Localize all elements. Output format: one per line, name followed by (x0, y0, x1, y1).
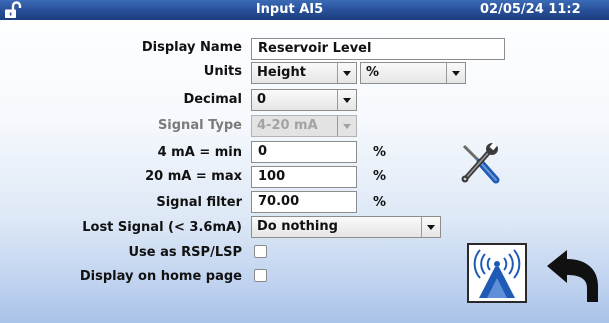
chevron-down-icon (337, 63, 356, 83)
back-arrow-icon[interactable] (545, 248, 601, 304)
signal-filter-field[interactable]: 70.00 (251, 191, 357, 213)
units-type-dropdown[interactable]: Height (251, 62, 357, 84)
units-unit-dropdown[interactable]: % (360, 62, 466, 84)
signal-filter-unit: % (373, 195, 387, 210)
signal-filter-label: Signal filter (156, 195, 242, 210)
lost-signal-label: Lost Signal (< 3.6mA) (82, 220, 242, 235)
lost-signal-dropdown[interactable]: Do nothing (251, 216, 441, 238)
display-home-label: Display on home page (79, 269, 242, 284)
use-as-rsp-label: Use as RSP/LSP (128, 245, 243, 260)
chevron-down-icon (421, 217, 440, 237)
chevron-down-icon (446, 63, 465, 83)
decimal-dropdown[interactable]: 0 (251, 89, 357, 111)
decimal-label: Decimal (183, 92, 242, 107)
chevron-down-icon (337, 90, 356, 110)
date-time: 02/05/24 11:2 (480, 2, 581, 17)
max-field[interactable]: 100 (251, 166, 357, 188)
display-name-field[interactable]: Reservoir Level (251, 38, 505, 60)
page-title: Input AI5 (255, 2, 324, 17)
signal-type-value: 4-20 mA (257, 118, 318, 133)
lost-signal-value: Do nothing (257, 219, 338, 234)
signal-type-dropdown: 4-20 mA (251, 115, 357, 137)
min-unit: % (373, 145, 387, 160)
display-name-label: Display Name (141, 40, 242, 55)
decimal-value: 0 (257, 92, 267, 107)
max-unit: % (373, 169, 387, 184)
title-bar: Input AI5 02/05/24 11:2 (0, 0, 609, 20)
wireless-tower-icon (473, 249, 521, 298)
use-as-rsp-checkbox[interactable] (254, 245, 267, 258)
display-home-checkbox[interactable] (254, 269, 267, 282)
min-label: 4 mA = min (157, 145, 242, 160)
input-config-screen: Input AI5 02/05/24 11:2 Display Name Res… (0, 0, 609, 323)
chevron-down-icon (337, 116, 356, 136)
units-label: Units (203, 64, 242, 79)
min-field[interactable]: 0 (251, 141, 357, 163)
units-type-value: Height (257, 65, 306, 80)
max-label: 20 mA = max (145, 169, 242, 184)
wireless-button[interactable] (467, 243, 527, 303)
tools-wrench-screwdriver-icon[interactable] (456, 140, 506, 186)
units-unit-value: % (366, 65, 380, 80)
signal-type-label: Signal Type (157, 118, 242, 133)
